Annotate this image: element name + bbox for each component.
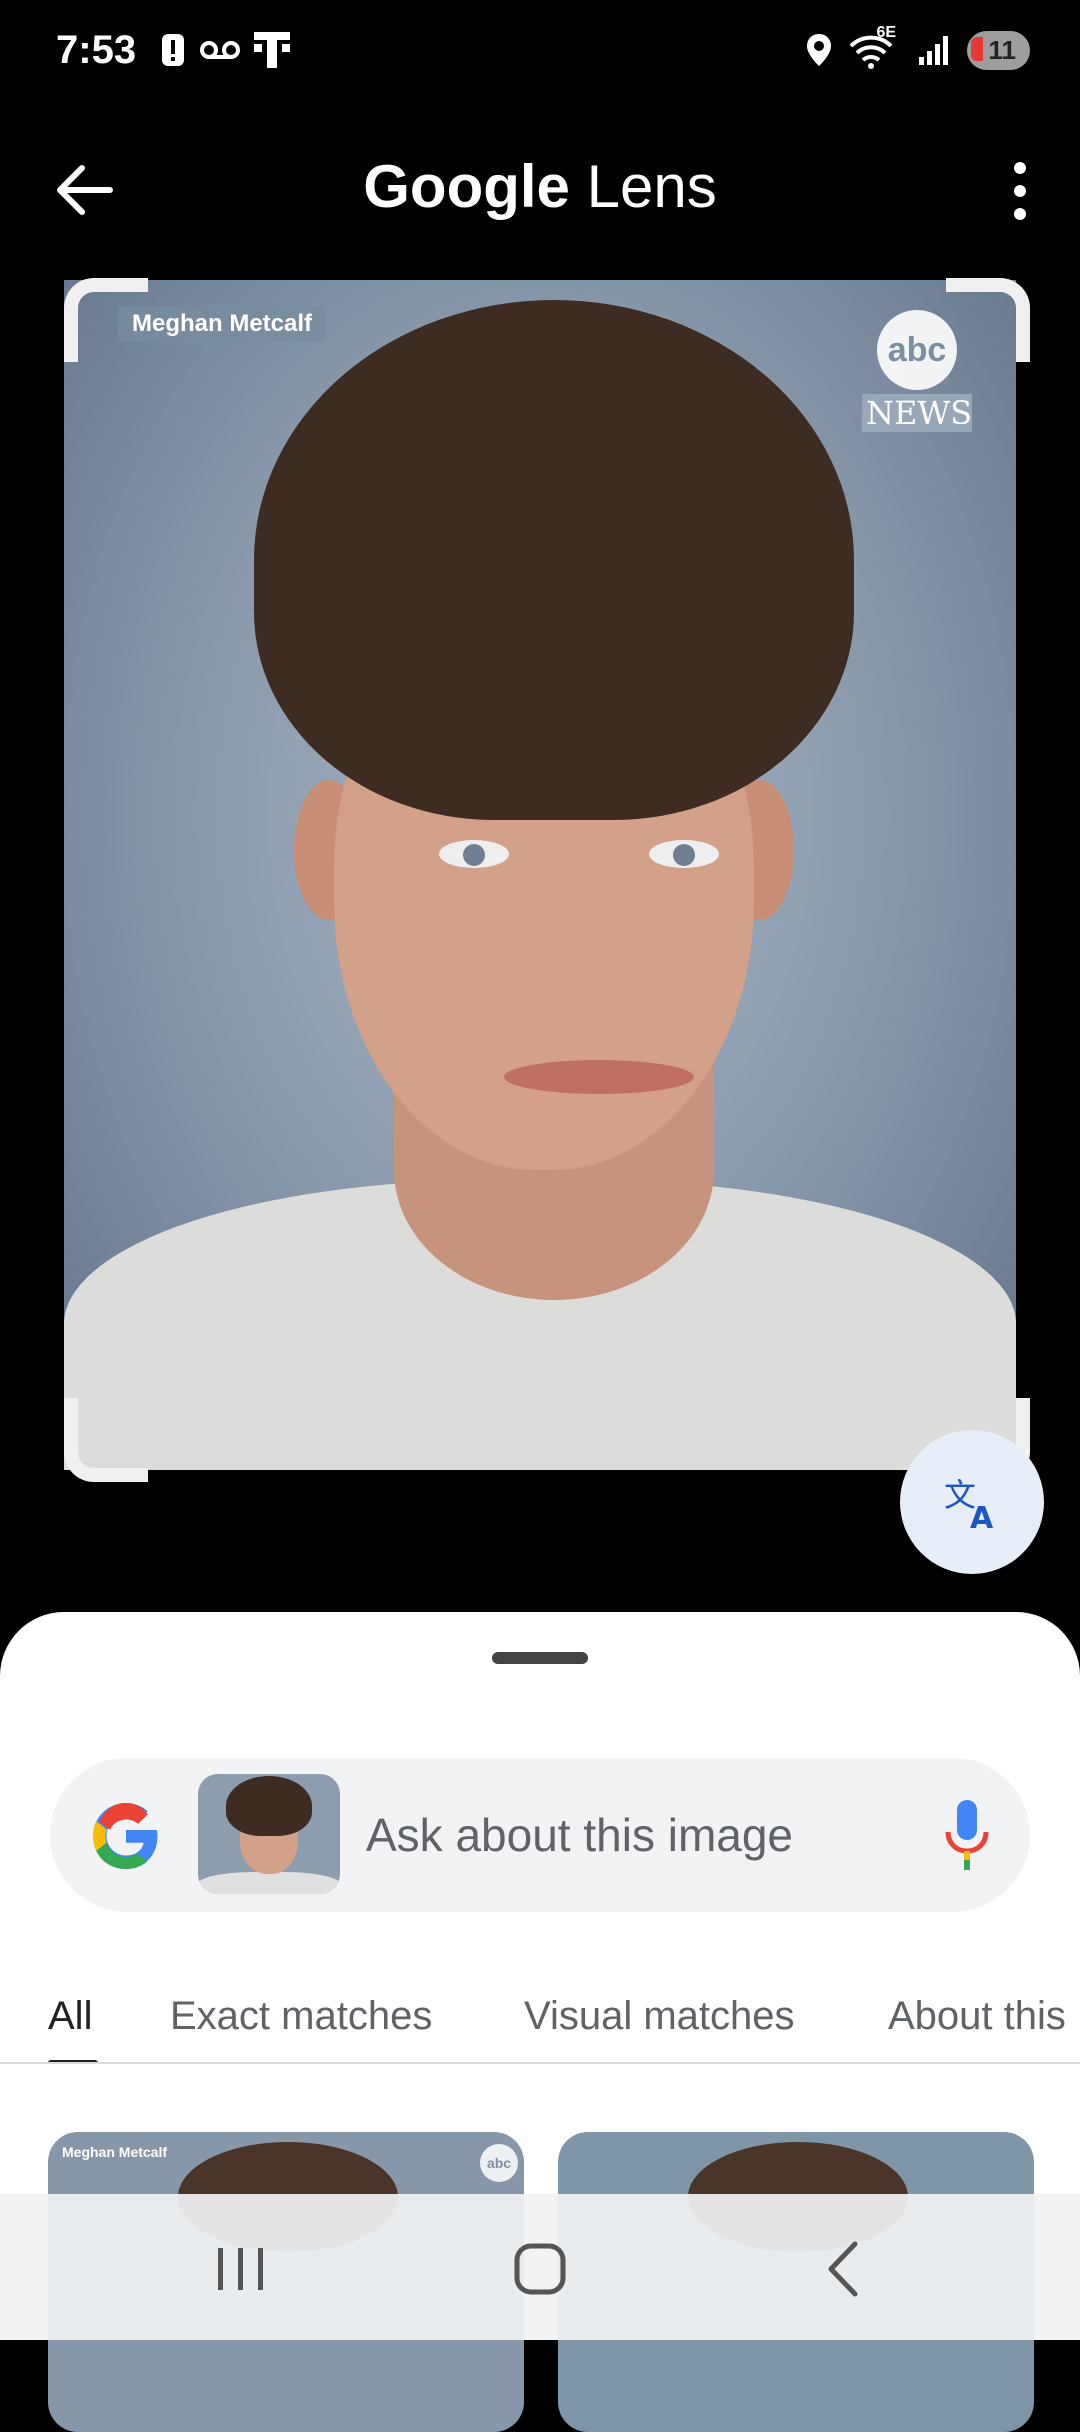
abc-logo-text: abc (877, 310, 957, 390)
tab-all[interactable]: All (48, 1994, 92, 2039)
search-bar[interactable]: Ask about this image (50, 1758, 1030, 1912)
thumbnail-hair (226, 1776, 312, 1836)
active-tab-indicator (48, 2060, 98, 2062)
result-caption: Meghan Metcalf (62, 2144, 168, 2160)
voicemail-icon (200, 41, 240, 59)
news-logo-text: NEWS (862, 394, 972, 432)
thumbnail-shirt (198, 1872, 340, 1894)
query-image-thumbnail[interactable] (198, 1774, 340, 1894)
image-caption-label: Meghan Metcalf (118, 306, 327, 342)
title-google: Google (363, 153, 570, 220)
recent-apps-icon[interactable] (200, 2234, 280, 2304)
alert-icon (162, 34, 184, 66)
translate-icon: 文A (944, 1476, 994, 1534)
crop-handle-top-right[interactable] (946, 278, 1030, 362)
microphone-icon[interactable] (942, 1798, 992, 1872)
google-g-icon (93, 1803, 158, 1869)
sheet-drag-handle[interactable] (492, 1652, 588, 1664)
translate-button[interactable]: 文A (900, 1430, 1044, 1574)
photo-hair (254, 300, 854, 820)
results-tabs: All Exact matches Visual matches About t… (0, 1972, 1080, 2064)
status-left-icons (160, 30, 290, 70)
back-nav-icon[interactable] (805, 2234, 885, 2304)
svg-text:A: A (970, 1501, 994, 1534)
search-image[interactable]: Meghan Metcalf abc NEWS (64, 280, 1016, 1470)
status-time: 7:53 (56, 28, 137, 72)
photo-eye-right (649, 840, 719, 868)
network-label: 6E (876, 24, 897, 41)
system-navigation-bar (0, 2194, 1080, 2340)
result-logo: abc (480, 2144, 518, 2182)
tab-visual-matches[interactable]: Visual matches (524, 1994, 795, 2039)
signal-icon (918, 36, 948, 65)
title-lens: Lens (586, 153, 717, 220)
top-app-bar: Google Lens (0, 130, 1080, 250)
location-icon (806, 34, 831, 66)
photo-mouth (504, 1060, 694, 1094)
photo-eye-left (439, 840, 509, 868)
page-title: Google Lens (0, 152, 1080, 221)
search-input[interactable]: Ask about this image (366, 1808, 793, 1862)
more-options-icon[interactable] (990, 156, 1050, 226)
status-right-icons: 6E 11 (805, 24, 1030, 70)
crop-handle-bottom-left[interactable] (64, 1398, 148, 1482)
crop-handle-top-left[interactable] (64, 278, 148, 362)
wifi-indicator: 6E (849, 24, 901, 70)
tmobile-icon (254, 32, 290, 68)
battery-icon: 11 (966, 30, 1030, 70)
status-bar: 7:53 6E 11 (0, 0, 1080, 110)
tab-exact-matches[interactable]: Exact matches (170, 1994, 432, 2039)
tab-about-this[interactable]: About this (888, 1994, 1066, 2039)
home-icon[interactable] (500, 2234, 580, 2304)
